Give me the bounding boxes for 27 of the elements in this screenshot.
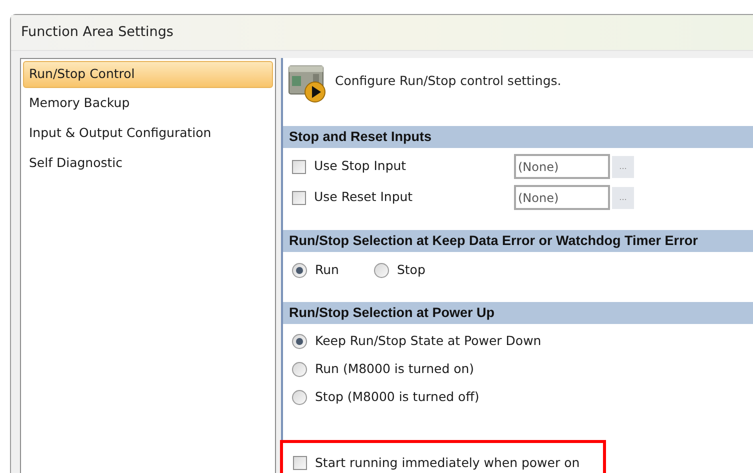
radio-button[interactable] <box>292 334 307 348</box>
checkbox[interactable] <box>292 190 306 204</box>
description-text: Configure Run/Stop control settings. <box>335 72 562 90</box>
input-field[interactable]: (None) <box>514 154 610 179</box>
option-label: Use Reset Input <box>314 188 414 206</box>
option-label: Stop <box>396 260 426 279</box>
section-header: Stop and Reset Inputs <box>283 126 753 148</box>
checkbox[interactable] <box>292 160 306 174</box>
radio-button[interactable] <box>292 262 307 278</box>
window-title: Function Area Settings <box>21 23 174 42</box>
option-label: Keep Run/Stop State at Power Down <box>315 332 542 350</box>
sidebar-item[interactable]: Input & Output Configuration <box>23 118 273 148</box>
option-label: Start running immediately when power on <box>315 454 580 472</box>
option-label: Stop (M8000 is turned off) <box>315 388 480 406</box>
sidebar-item[interactable]: Run/Stop Control <box>23 61 273 88</box>
sidebar-item[interactable]: Memory Backup <box>23 88 273 118</box>
input-field[interactable]: (None) <box>514 185 610 210</box>
section-header: Run/Stop Selection at Keep Data Error or Watchdog Timer Error <box>283 230 753 252</box>
radio-button[interactable] <box>292 390 307 404</box>
section-header: Run/Stop Selection at Power Up <box>283 302 753 324</box>
checkbox[interactable] <box>293 456 307 470</box>
sidebar-item[interactable]: Self Diagnostic <box>23 148 273 178</box>
radio-button[interactable] <box>292 362 307 376</box>
option-label: Run (M8000 is turned on) <box>315 360 474 378</box>
radio-button[interactable] <box>374 262 389 278</box>
option-label: Run <box>315 260 339 279</box>
option-label: Use Stop Input <box>314 157 408 176</box>
